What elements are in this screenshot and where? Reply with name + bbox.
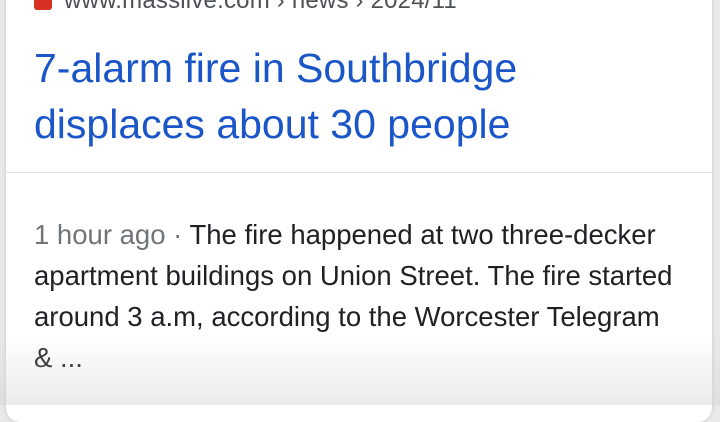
search-result-card[interactable]: www.masslive.com › news › 2024/11 7-alar… [6, 0, 712, 422]
source-row[interactable]: www.masslive.com › news › 2024/11 [34, 0, 457, 12]
source-url[interactable]: www.masslive.com › news › 2024/11 [64, 0, 457, 12]
result-headline-link[interactable]: 7-alarm fire in Southbridge displaces ab… [34, 40, 674, 152]
masslive-favicon-icon [34, 0, 52, 10]
snippet-timestamp: 1 hour ago [34, 219, 166, 250]
snippet-separator: · [166, 219, 190, 250]
result-snippet: 1 hour ago · The fire happened at two th… [34, 214, 684, 378]
divider [6, 172, 712, 173]
